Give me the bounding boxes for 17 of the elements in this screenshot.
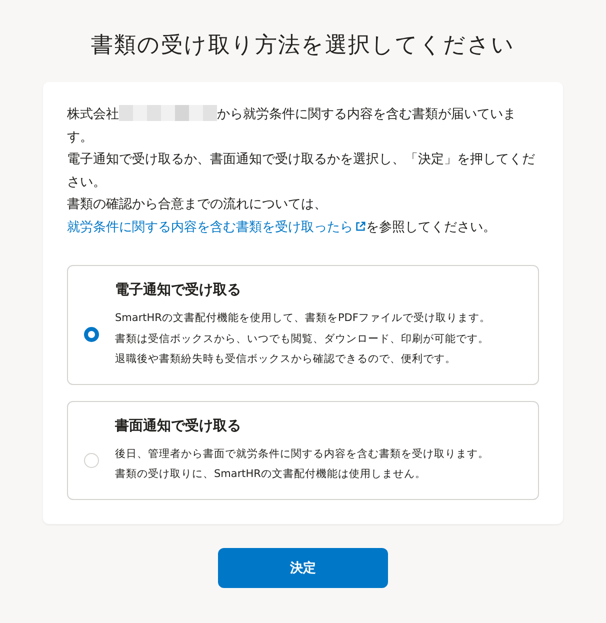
option-title: 電子通知で受け取る bbox=[115, 281, 242, 300]
submit-button[interactable]: 決定 bbox=[218, 548, 388, 588]
reference-text: 書類の確認から合意までの流れについては、 就労条件に関する内容を含む書類を受け取ったら を参照してください。 bbox=[67, 196, 497, 236]
radio-button[interactable] bbox=[84, 327, 99, 342]
option-card[interactable]: 書面通知で受け取る 後日、管理者から書面で就労条件に関する内容を含む書類を受け取ります。 書類の受け取りに、SmartHRの文書配付機能は使用しません。 bbox=[67, 400, 539, 500]
guide-link[interactable]: 就労条件に関する内容を含む書類を受け取ったら bbox=[67, 220, 366, 234]
intro-text: 株式会社 から就労条件に関する内容を含む書類が届いています。 bbox=[67, 104, 517, 146]
option-title: 書面通知で受け取る bbox=[115, 416, 242, 436]
option-description: 退職後や書類紛失時も受信ボックスから確認できるので、便利です。 bbox=[115, 352, 457, 367]
option-card[interactable]: 電子通知で受け取る SmartHRの文書配付機能を使用して、書類をPDFファイルで受け取ります。 書類は受信ボックスから、いつでも閲覧、ダウンロード、印刷が可能です。 退職後や書類紛失時も受信ボックスから確認できるので、便利です。 bbox=[67, 265, 539, 384]
option-description: 書類は受信ボックスから、いつでも閲覧、ダウンロード、印刷が可能です。 bbox=[115, 332, 490, 346]
page-title: 書類の受け取り方法を選択してください bbox=[91, 32, 515, 60]
external-link-icon bbox=[355, 220, 366, 232]
option-description: 書類の受け取りに、SmartHRの文書配付機能は使用しません。 bbox=[115, 467, 427, 482]
instruction-text: 電子通知で受け取るか、書面通知で受け取るかを選択し、「決定」を押してください。 bbox=[67, 151, 536, 192]
option-description: SmartHRの文書配付機能を使用して、書類をPDFファイルで受け取ります。 bbox=[115, 311, 490, 326]
option-description: 後日、管理者から書面で就労条件に関する内容を含む書類を受け取ります。 bbox=[115, 446, 489, 462]
